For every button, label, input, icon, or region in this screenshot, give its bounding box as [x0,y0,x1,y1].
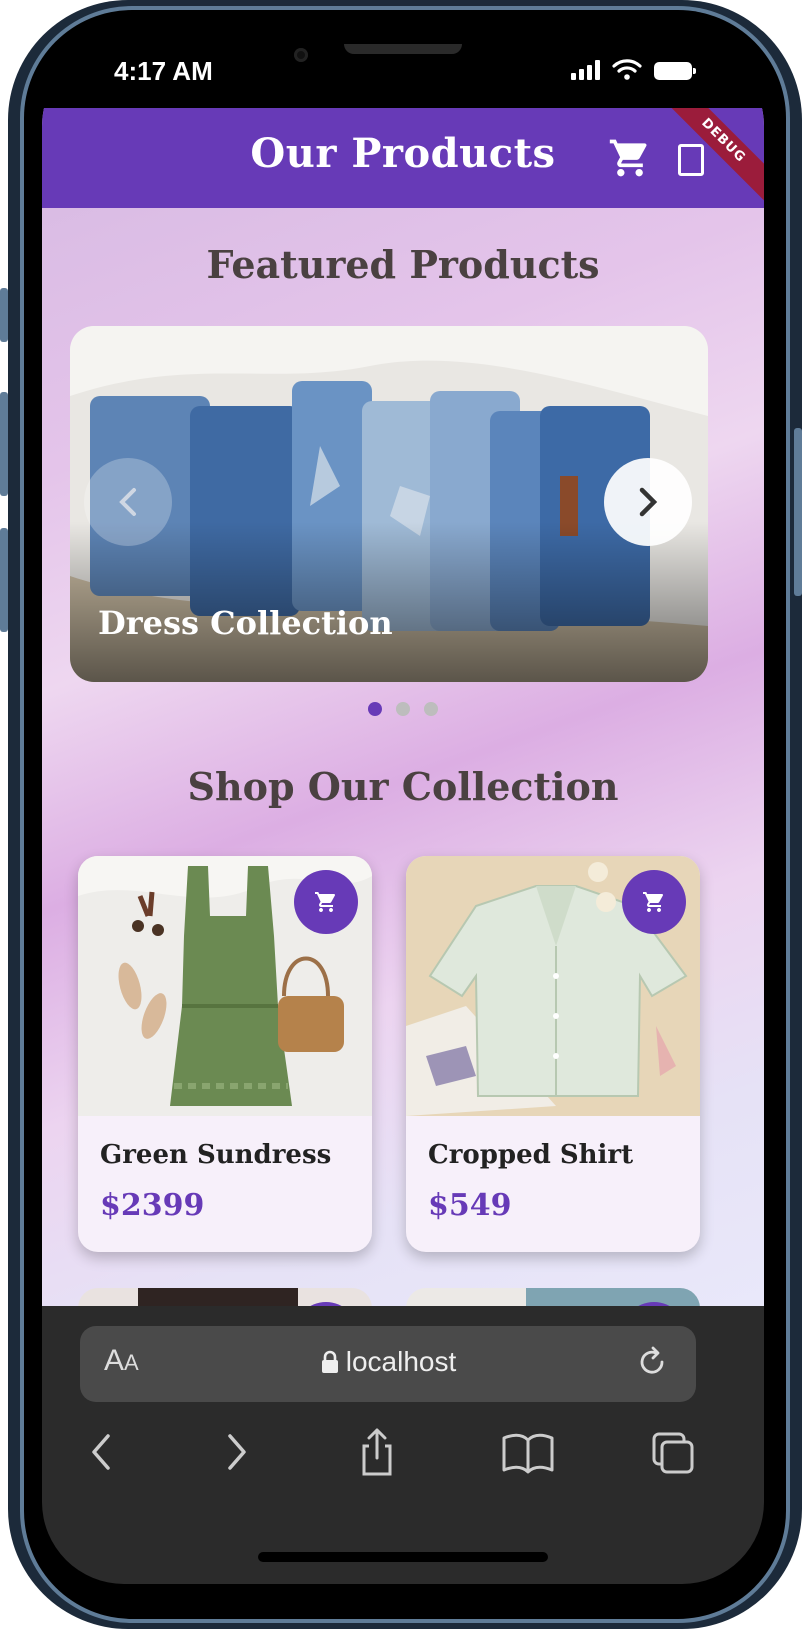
carousel-prev-button[interactable] [84,458,172,546]
collection-heading: Shop Our Collection [187,764,619,809]
carousel-caption: Dress Collection [98,604,393,642]
power-button [794,428,802,596]
add-to-cart-button[interactable] [622,870,686,934]
status-time: 4:17 AM [114,56,213,86]
bookmarks-icon[interactable] [498,1424,558,1480]
browser-toolbar [42,1424,764,1484]
product-name: Cropped Shirt [428,1140,634,1170]
chevron-right-icon [639,487,658,517]
wifi-icon [612,59,642,80]
add-to-cart-button[interactable] [294,870,358,934]
carousel-dot-active[interactable] [368,702,382,716]
page-title: Our Products [250,130,556,177]
add-to-cart-icon [315,892,336,912]
tabs-icon[interactable] [648,1424,698,1480]
volume-up-button [0,392,8,496]
signal-icon [571,60,600,80]
product-card[interactable]: Green Sundress $2399 [78,856,372,1252]
app-bar: Our Products DEBUG [42,108,764,208]
product-card-partial[interactable] [78,1288,372,1308]
url-display[interactable]: localhost [80,1346,696,1378]
app-content: Our Products DEBUG Featured Products Dre… [42,108,764,1308]
address-bar[interactable]: AA localhost [80,1326,696,1402]
reload-icon[interactable] [634,1344,670,1380]
product-price: $2399 [100,1188,205,1223]
product-image-partial [526,1288,700,1308]
carousel-dot[interactable] [424,702,438,716]
screen: 4:17 AM Our Products DEBUG Featured Prod… [42,44,764,1584]
back-icon[interactable] [76,1424,126,1480]
chevron-left-icon [119,488,136,516]
share-icon[interactable] [352,1424,402,1480]
lock-icon [321,1350,338,1373]
product-image-partial [138,1288,298,1308]
document-icon[interactable] [678,144,704,176]
carousel-indicator [42,702,764,716]
front-camera [294,48,308,62]
volume-down-button [0,528,8,632]
featured-heading: Featured Products [206,242,600,287]
silent-switch [0,288,8,342]
product-name: Green Sundress [100,1140,332,1170]
carousel-dot[interactable] [396,702,410,716]
speaker-grille [344,44,462,54]
product-card-partial[interactable] [406,1288,700,1308]
carousel-next-button[interactable] [604,458,692,546]
add-to-cart-icon [643,892,664,912]
status-icons [571,58,696,80]
forward-icon[interactable] [212,1424,262,1480]
browser-chrome: AA localhost [42,1306,764,1584]
product-price: $549 [428,1188,512,1223]
product-card[interactable]: Cropped Shirt $549 [406,856,700,1252]
home-indicator[interactable] [258,1552,548,1562]
battery-icon [654,62,696,80]
cart-icon[interactable] [608,136,652,180]
url-text: localhost [345,1346,457,1377]
status-bar: 4:17 AM [42,44,764,112]
featured-carousel[interactable]: Dress Collection [70,326,708,682]
